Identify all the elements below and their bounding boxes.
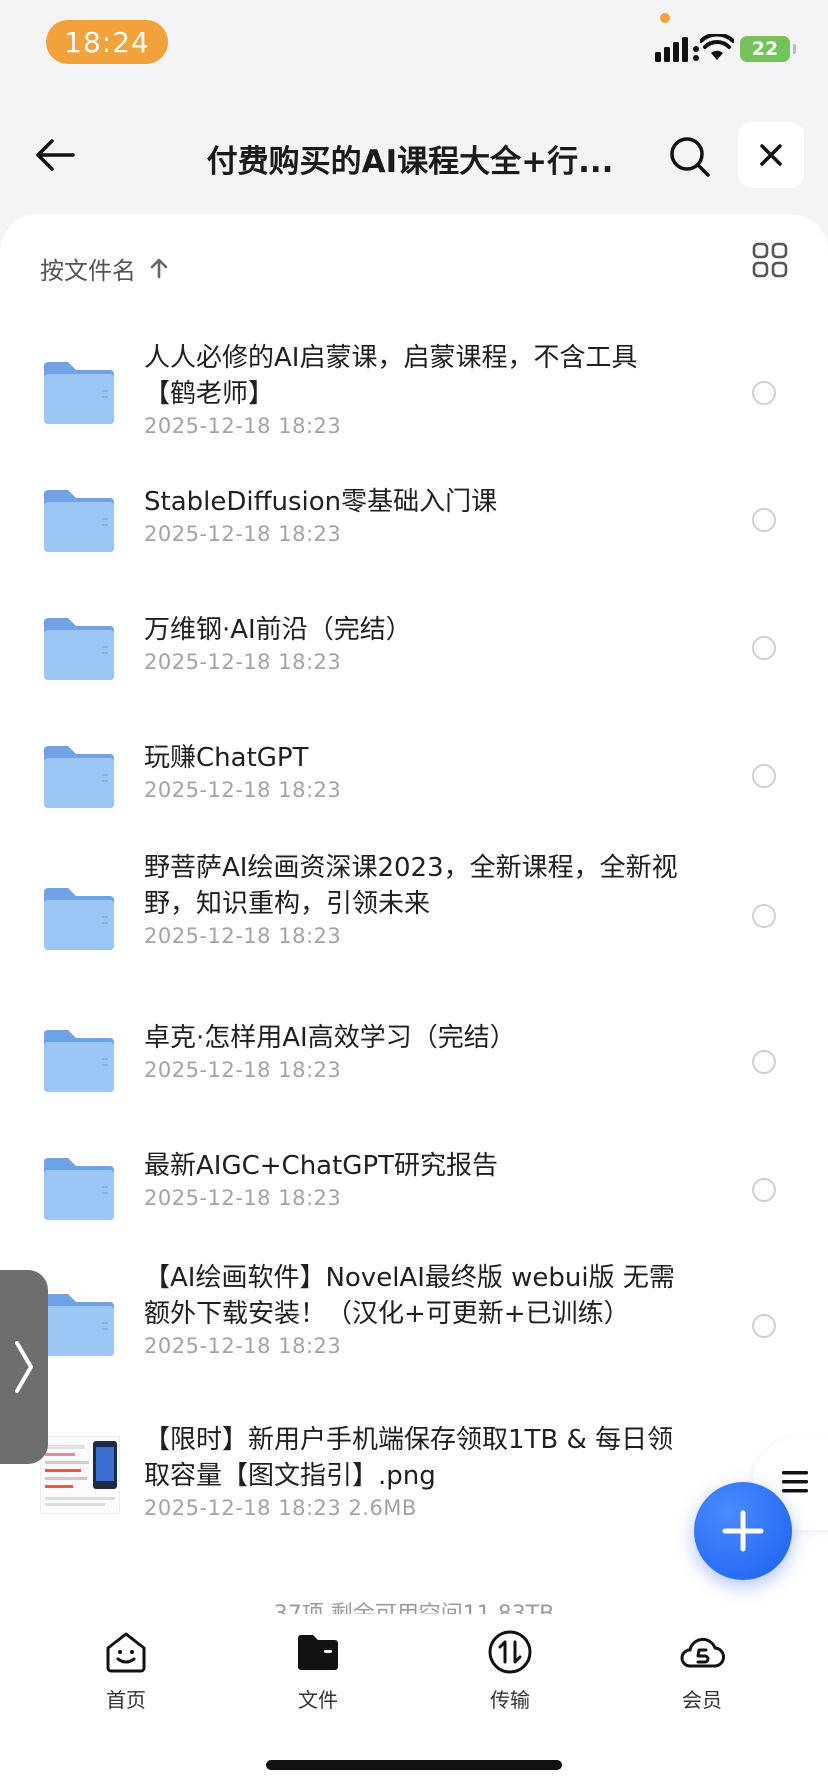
wifi-icon xyxy=(700,34,734,60)
chevron-right-icon xyxy=(15,1341,33,1393)
file-date: 2025-12-18 18:23 xyxy=(144,924,342,948)
back-button[interactable] xyxy=(30,130,80,180)
file-date-size: 2025-12-18 18:23 2.6MB xyxy=(144,1496,417,1520)
tab-vip[interactable]: 会员 xyxy=(642,1628,762,1713)
select-radio[interactable] xyxy=(752,1050,776,1074)
folder-icon xyxy=(44,618,114,680)
search-button[interactable] xyxy=(666,133,714,181)
tab-files[interactable]: 文件 xyxy=(258,1628,378,1713)
tab-label: 文件 xyxy=(298,1688,338,1712)
file-date: 2025-12-18 18:23 xyxy=(144,1334,342,1358)
tab-label: 会员 xyxy=(682,1688,722,1712)
home-icon xyxy=(106,1632,146,1673)
file-name: 最新AIGC+ChatGPT研究报告 xyxy=(144,1151,499,1181)
file-date: 2025-12-18 18:23 xyxy=(144,1058,342,1082)
file-name: StableDiffusion零基础入门课 xyxy=(144,487,498,517)
list-item[interactable]: 卓克·怎样用AI高效学习（完结） 2025-12-18 18:23 xyxy=(0,992,828,1112)
select-radio[interactable] xyxy=(752,1178,776,1202)
folder-icon xyxy=(44,490,114,552)
arrow-up-icon xyxy=(150,258,168,279)
tab-label: 首页 xyxy=(106,1688,146,1712)
top-navigation-bar: 付费购买的AI课程大全+行... xyxy=(0,100,828,212)
menu-icon xyxy=(782,1471,808,1493)
file-name: 卓克·怎样用AI高效学习（完结） xyxy=(144,1023,516,1053)
folder-icon xyxy=(44,1294,114,1356)
close-icon xyxy=(760,144,782,166)
tab-label: 传输 xyxy=(490,1688,530,1712)
list-item[interactable]: 【AI绘画软件】NovelAI最终版 webui版 无需额外下载安装！（汉化+可… xyxy=(0,1248,828,1388)
file-name: 玩赚ChatGPT xyxy=(144,743,309,773)
file-date: 2025-12-18 18:23 xyxy=(144,1186,342,1210)
page-title: 付费购买的AI课程大全+行... xyxy=(206,144,614,180)
file-date: 2025-12-18 18:23 xyxy=(144,414,342,438)
file-name: 万维钢·AI前沿（完结） xyxy=(144,615,412,645)
cellular-signal-icon xyxy=(655,37,699,62)
search-icon xyxy=(670,137,710,177)
file-list-panel: 按文件名 人人必修的AI启蒙课，启蒙课程，不含工具【鹤老师】 2025-12-1… xyxy=(0,214,828,1627)
home-indicator xyxy=(266,1760,562,1770)
tab-transfer[interactable]: 传输 xyxy=(450,1628,570,1713)
transfer-icon xyxy=(488,1630,532,1674)
folder-icon xyxy=(44,1158,114,1220)
list-item[interactable]: 万维钢·AI前沿（完结） 2025-12-18 18:23 xyxy=(0,580,828,700)
vip-cloud-icon xyxy=(680,1637,725,1668)
file-name: 【AI绘画软件】NovelAI最终版 webui版 无需额外下载安装！（汉化+可… xyxy=(144,1263,675,1329)
status-bar: 18:24 22 xyxy=(0,0,828,86)
select-radio[interactable] xyxy=(752,508,776,532)
folder-icon xyxy=(44,746,114,808)
list-item[interactable]: StableDiffusion零基础入门课 2025-12-18 18:23 xyxy=(0,452,828,572)
select-radio[interactable] xyxy=(752,381,776,405)
recording-indicator xyxy=(660,13,670,23)
side-drawer-handle[interactable] xyxy=(0,1270,48,1464)
select-radio[interactable] xyxy=(752,764,776,788)
sort-control[interactable]: 按文件名 xyxy=(40,248,170,288)
list-item[interactable]: 最新AIGC+ChatGPT研究报告 2025-12-18 18:23 xyxy=(0,1120,828,1240)
arrow-left-icon xyxy=(36,139,75,171)
tab-home[interactable]: 首页 xyxy=(66,1628,186,1713)
sort-label: 按文件名 xyxy=(40,256,136,285)
image-thumbnail xyxy=(40,1436,120,1514)
status-time: 18:24 xyxy=(46,20,168,64)
close-button[interactable] xyxy=(738,122,804,188)
list-item[interactable]: 人人必修的AI启蒙课，启蒙课程，不含工具【鹤老师】 2025-12-18 18:… xyxy=(0,324,828,444)
plus-icon xyxy=(722,1510,764,1552)
file-name: 人人必修的AI启蒙课，启蒙课程，不含工具【鹤老师】 xyxy=(144,343,638,409)
file-date: 2025-12-18 18:23 xyxy=(144,778,342,802)
file-name: 【限时】新用户手机端保存领取1TB & 每日领取容量【图文指引】.png xyxy=(144,1425,674,1491)
list-item[interactable]: 野菩萨AI绘画资深课2023，全新课程，全新视野，知识重构，引领未来 2025-… xyxy=(0,844,828,974)
add-button[interactable] xyxy=(694,1482,792,1580)
files-icon xyxy=(298,1635,338,1670)
file-date: 2025-12-18 18:23 xyxy=(144,650,342,674)
folder-icon xyxy=(44,1030,114,1092)
select-radio[interactable] xyxy=(752,636,776,660)
grid-view-icon[interactable] xyxy=(752,242,788,278)
file-date: 2025-12-18 18:23 xyxy=(144,522,342,546)
file-name: 野菩萨AI绘画资深课2023，全新课程，全新视野，知识重构，引领未来 xyxy=(144,853,678,919)
battery-indicator: 22 xyxy=(740,36,796,62)
select-radio[interactable] xyxy=(752,904,776,928)
battery-level: 22 xyxy=(751,38,779,60)
select-radio[interactable] xyxy=(752,1314,776,1338)
folder-icon xyxy=(44,888,114,950)
list-item[interactable]: 玩赚ChatGPT 2025-12-18 18:23 xyxy=(0,708,828,828)
folder-icon xyxy=(44,362,114,424)
